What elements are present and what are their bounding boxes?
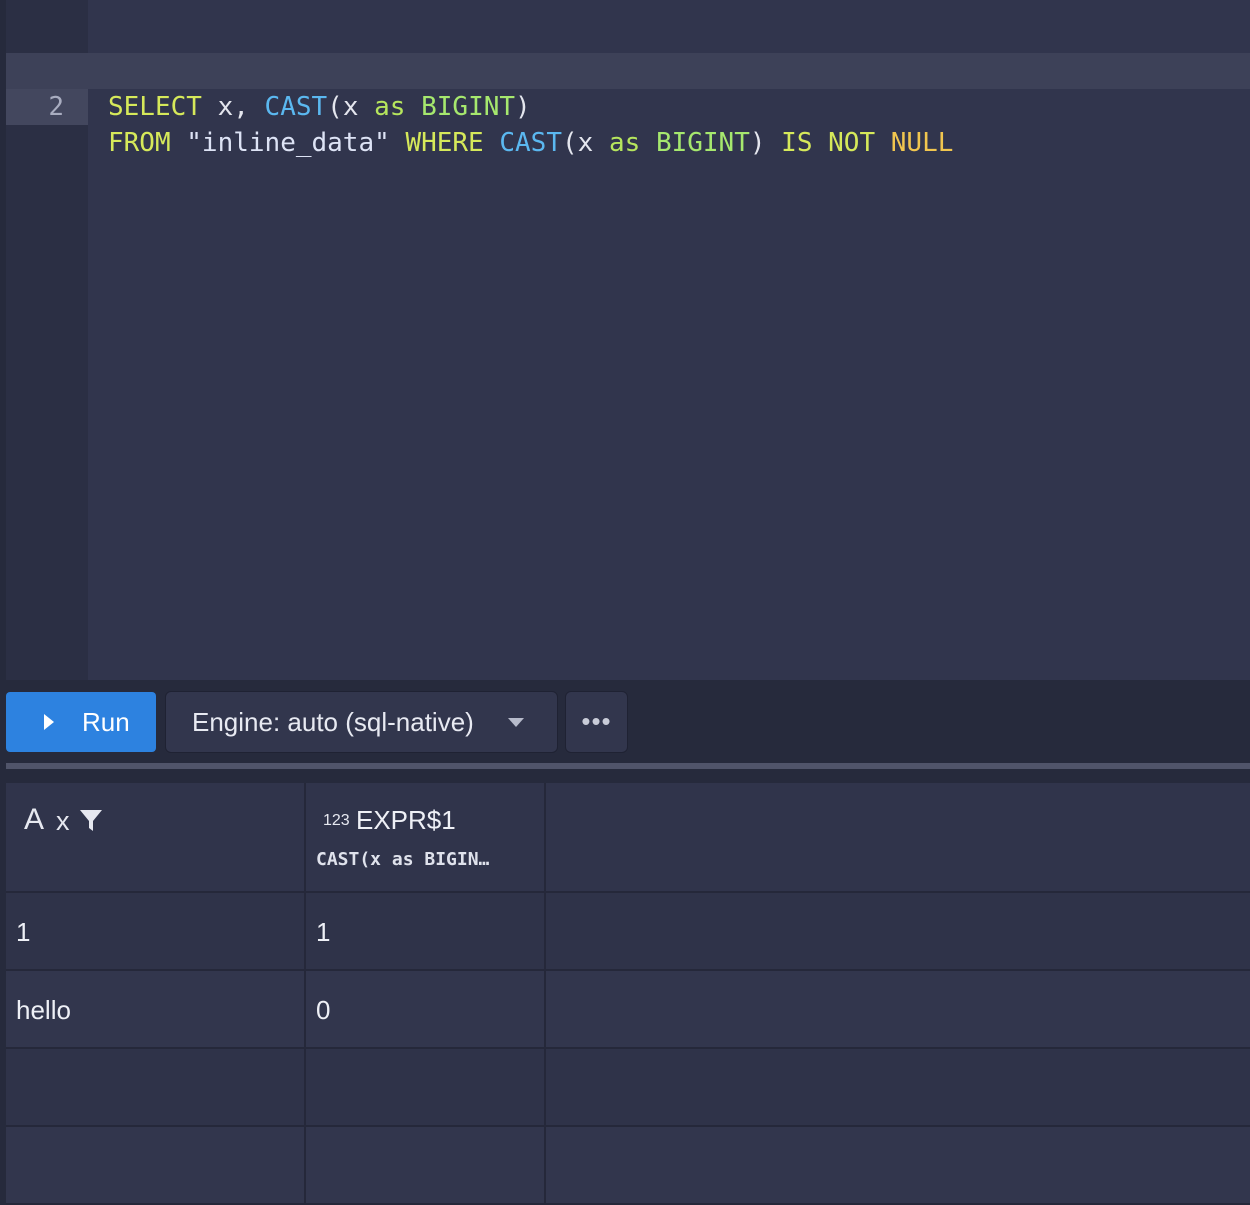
text-type-icon: A — [24, 803, 45, 836]
number-type-icon: 123 — [323, 812, 350, 829]
engine-select-label: Engine: auto (sql-native) — [192, 707, 474, 737]
more-icon: ••• — [581, 706, 612, 736]
line-code[interactable]: FROM "inline_data" WHERE CAST(x as BIGIN… — [108, 125, 953, 161]
table-cell-empty — [546, 971, 1250, 1049]
table-cell[interactable] — [6, 1049, 306, 1127]
engine-select[interactable]: Engine: auto (sql-native) — [165, 691, 558, 753]
table-cell[interactable] — [306, 1127, 546, 1205]
play-icon — [44, 714, 54, 730]
table-cell[interactable] — [306, 1049, 546, 1127]
column-header-x[interactable]: A x — [6, 783, 306, 893]
table-cell[interactable]: 1 — [306, 893, 546, 971]
results-table: A x 123 EXPR$1 CAST(x as BIGIN… 1 1 hell… — [6, 783, 1250, 1205]
table-cell[interactable]: hello — [6, 971, 306, 1049]
editor-line-1[interactable]: 1 SELECT x, CAST(x as BIGINT) — [6, 17, 1250, 122]
column-expression: CAST(x as BIGIN… — [316, 849, 490, 870]
table-cell[interactable]: 1 — [6, 893, 306, 971]
table-cell[interactable]: 0 — [306, 971, 546, 1049]
run-button-label: Run — [82, 707, 130, 737]
editor-line-2-active[interactable]: 2 FROM "inline_data" WHERE CAST(x as BIG… — [6, 53, 1250, 158]
table-cell-empty — [546, 1127, 1250, 1205]
table-cell-empty — [546, 893, 1250, 971]
column-name: x — [56, 806, 70, 836]
table-cell-empty — [546, 1049, 1250, 1127]
column-name: EXPR$1 — [356, 805, 456, 835]
column-header-expr1[interactable]: 123 EXPR$1 CAST(x as BIGIN… — [306, 783, 546, 893]
more-options-button[interactable]: ••• — [565, 691, 628, 753]
chevron-down-icon — [508, 718, 524, 727]
run-button[interactable]: Run — [6, 692, 156, 752]
column-header-empty — [546, 783, 1250, 893]
panel-resize-handle[interactable] — [6, 763, 1250, 769]
line-code[interactable]: SELECT x, CAST(x as BIGINT) — [108, 89, 531, 125]
sql-editor[interactable]: 1 SELECT x, CAST(x as BIGINT) 2 FROM "in… — [6, 0, 1250, 680]
filter-icon[interactable] — [78, 807, 104, 833]
table-cell[interactable] — [6, 1127, 306, 1205]
line-number: 2 — [6, 89, 88, 125]
